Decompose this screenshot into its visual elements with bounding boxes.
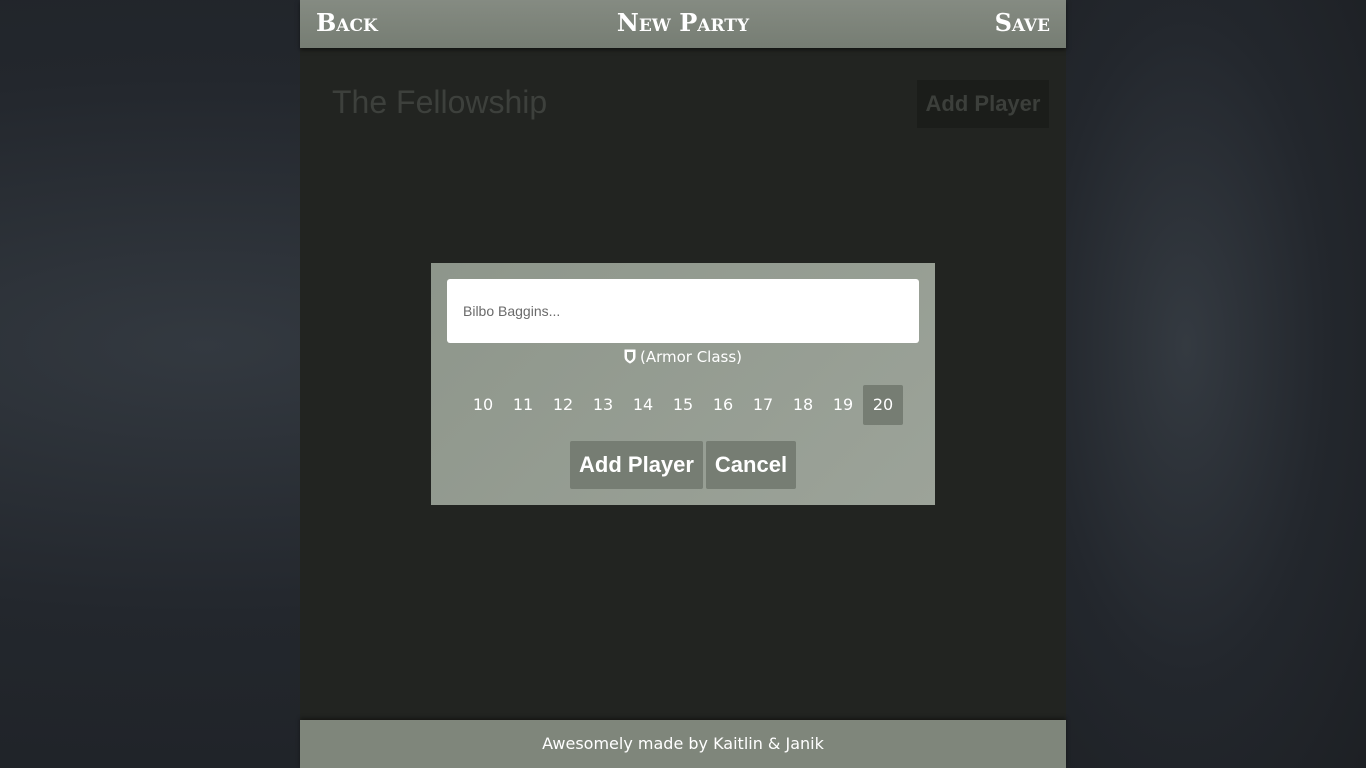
armor-class-option[interactable]: 12 <box>543 385 583 425</box>
armor-class-option[interactable]: 20 <box>863 385 903 425</box>
armor-class-option[interactable]: 13 <box>583 385 623 425</box>
armor-class-text: (Armor Class) <box>639 348 743 366</box>
add-player-modal: (Armor Class) 1011121314151617181920 Add… <box>431 263 935 505</box>
shield-icon <box>624 349 636 368</box>
save-button[interactable]: Save <box>995 8 1050 37</box>
party-name: The Fellowship <box>332 84 548 120</box>
background-right <box>1066 0 1366 768</box>
armor-class-option[interactable]: 11 <box>503 385 543 425</box>
armor-class-option[interactable]: 14 <box>623 385 663 425</box>
armor-class-option[interactable]: 16 <box>703 385 743 425</box>
cancel-button[interactable]: Cancel <box>706 441 796 489</box>
top-bar: Back New Party Save <box>300 0 1066 48</box>
armor-class-option[interactable]: 18 <box>783 385 823 425</box>
armor-class-label: (Armor Class) <box>431 348 935 368</box>
armor-class-option[interactable]: 10 <box>463 385 503 425</box>
add-player-button[interactable]: Add Player <box>570 441 703 489</box>
player-name-input[interactable] <box>447 279 919 343</box>
armor-class-option[interactable]: 15 <box>663 385 703 425</box>
armor-class-option[interactable]: 19 <box>823 385 863 425</box>
armor-class-options: 10 11 12 13 14 15 16 17 18 19 20 <box>463 385 903 425</box>
armor-class-option[interactable]: 17 <box>743 385 783 425</box>
add-player-button-background: Add Player <box>917 80 1049 128</box>
footer: Awesomely made by Kaitlin & Janik <box>300 720 1066 768</box>
page-title: New Party <box>616 8 750 37</box>
